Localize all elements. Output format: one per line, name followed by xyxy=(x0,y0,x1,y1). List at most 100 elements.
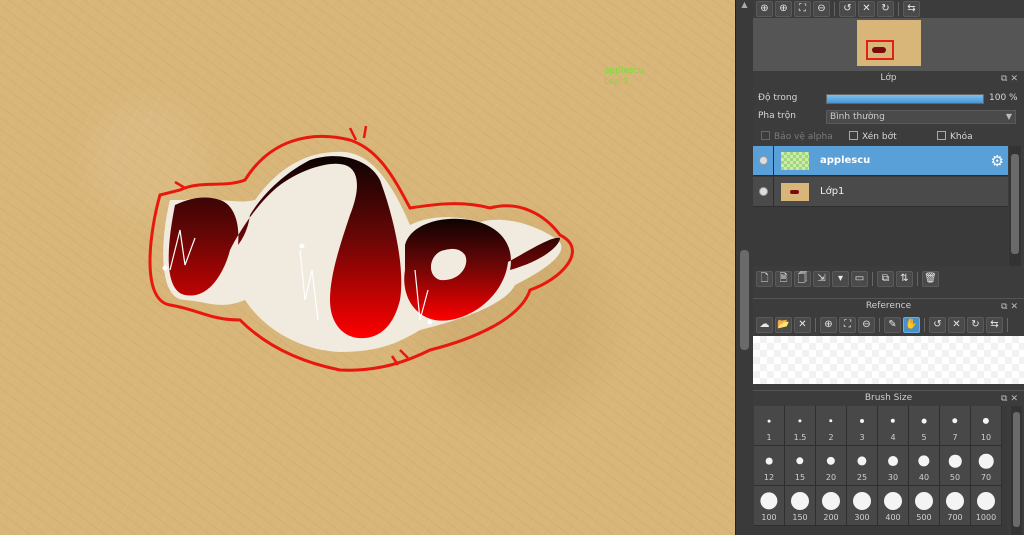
opacity-slider[interactable] xyxy=(826,94,984,104)
brush-size-option[interactable]: 50 xyxy=(940,446,971,486)
zoom-out-icon[interactable]: ⊖ xyxy=(858,317,875,333)
toolbar-separator xyxy=(898,2,899,16)
blend-mode-select[interactable]: Bình thường ▼ xyxy=(826,110,1016,124)
brush-size-option[interactable]: 5 xyxy=(909,406,940,446)
rotate-left-icon[interactable]: ↺ xyxy=(839,1,856,17)
scroll-up-icon[interactable]: ▲ xyxy=(738,0,751,12)
folder-icon[interactable]: ▭ xyxy=(851,271,868,287)
brush-size-option[interactable]: 40 xyxy=(909,446,940,486)
visibility-eye-icon[interactable] xyxy=(759,156,768,165)
brush-size-option[interactable]: 4 xyxy=(878,406,909,446)
layer-item-lop1[interactable]: Lớp1 xyxy=(753,177,1008,207)
close-icon[interactable]: ✕ xyxy=(1010,394,1021,404)
brush-size-option[interactable]: 70 xyxy=(971,446,1002,486)
new-layer-icon[interactable]: 🗋 xyxy=(756,271,773,287)
rotate-right-icon[interactable]: ↻ xyxy=(967,317,984,333)
reset-icon[interactable]: ✕ xyxy=(948,317,965,333)
gear-icon[interactable]: ⚙ xyxy=(991,152,1004,170)
navigator-thumbnail[interactable] xyxy=(857,20,921,66)
layer-item-applescu[interactable]: applescu ⚙ xyxy=(753,146,1008,176)
zoom-in-icon[interactable]: ⊕ xyxy=(756,1,773,17)
brush-size-label: 12 xyxy=(763,473,775,482)
dropdown-icon[interactable]: ▾ xyxy=(832,271,849,287)
import-icon[interactable]: ⇲ xyxy=(813,271,830,287)
close-icon[interactable]: ✕ xyxy=(1010,302,1021,312)
brush-size-scrollbar[interactable] xyxy=(1011,406,1022,535)
canvas-vertical-scrollbar[interactable]: ▲ xyxy=(735,0,753,535)
layer-list-scrollbar[interactable] xyxy=(1009,146,1021,266)
side-panel: ⊕ ⊕ ⛶ ⊖ ↺ ✕ ↻ ⇆ Lớp ⧉✕ Độ trong 100 % Pha trộn … xyxy=(753,0,1024,535)
brush-size-option[interactable]: 500 xyxy=(909,486,940,526)
eyedropper-icon[interactable]: ✎ xyxy=(884,317,901,333)
navigator-preview[interactable] xyxy=(753,18,1024,70)
brush-size-label: 400 xyxy=(885,513,901,522)
brush-size-option[interactable]: 100 xyxy=(754,486,785,526)
scroll-thumb[interactable] xyxy=(740,250,749,350)
fit-icon[interactable]: ⛶ xyxy=(839,317,856,333)
brush-size-option[interactable]: 300 xyxy=(847,486,878,526)
brush-size-option[interactable]: 1.5 xyxy=(785,406,816,446)
brush-size-label: 4 xyxy=(890,433,896,442)
open-folder-icon[interactable]: 📂 xyxy=(775,317,792,333)
lock-checkbox[interactable]: Khóa xyxy=(937,131,973,142)
brush-size-option[interactable]: 200 xyxy=(816,486,847,526)
brush-size-option[interactable]: 12 xyxy=(754,446,785,486)
brush-preview-dot xyxy=(888,456,898,466)
panel-header-icons[interactable]: ⧉✕ xyxy=(1001,72,1021,87)
brush-preview-dot xyxy=(796,457,804,465)
hand-icon[interactable]: ✋ xyxy=(903,317,920,333)
drawing-canvas[interactable]: applescu Lớp 1 xyxy=(0,0,735,535)
panel-header-icons[interactable]: ⧉✕ xyxy=(1001,300,1021,315)
layer-options-row: Bảo vệ alpha Xén bớt Khóa xyxy=(753,128,1024,146)
visibility-eye-icon[interactable] xyxy=(759,187,768,196)
navigator-view-frame[interactable] xyxy=(866,40,894,60)
overlay-line-2: Lớp 1 xyxy=(604,77,629,87)
trash-icon[interactable]: 🗑 xyxy=(922,271,939,287)
brush-size-option[interactable]: 10 xyxy=(971,406,1002,446)
merge-icon[interactable]: ⇅ xyxy=(896,271,913,287)
brush-size-option[interactable]: 7 xyxy=(940,406,971,446)
close-icon[interactable]: ✕ xyxy=(794,317,811,333)
brush-size-option[interactable]: 15 xyxy=(785,446,816,486)
brush-size-label: 500 xyxy=(916,513,932,522)
brush-size-option[interactable]: 20 xyxy=(816,446,847,486)
flip-icon[interactable]: ⇆ xyxy=(986,317,1003,333)
brush-size-option[interactable]: 150 xyxy=(785,486,816,526)
highlight-dot xyxy=(162,265,168,271)
navigator-artwork xyxy=(872,47,886,53)
reference-canvas[interactable] xyxy=(753,336,1024,384)
brush-preview-dot xyxy=(952,418,958,424)
new-layer-1bit-icon[interactable]: 🗍 xyxy=(794,271,811,287)
upload-icon[interactable]: ☁ xyxy=(756,317,773,333)
new-layer-8bit-icon[interactable]: 🗎 xyxy=(775,271,792,287)
zoom-out-icon[interactable]: ⊖ xyxy=(813,1,830,17)
protect-alpha-checkbox[interactable]: Bảo vệ alpha xyxy=(761,131,833,142)
toolbar-separator xyxy=(872,272,873,286)
panel-header-icons[interactable]: ⧉✕ xyxy=(1001,392,1021,407)
brush-size-option[interactable]: 2 xyxy=(816,406,847,446)
brush-size-option[interactable]: 400 xyxy=(878,486,909,526)
close-icon[interactable]: ✕ xyxy=(1010,74,1021,84)
brush-size-option[interactable]: 3 xyxy=(847,406,878,446)
brush-size-option[interactable]: 25 xyxy=(847,446,878,486)
clipping-checkbox[interactable]: Xén bớt xyxy=(849,131,897,142)
opacity-row: Độ trong 100 % xyxy=(753,90,1024,108)
duplicate-icon[interactable]: ⧉ xyxy=(877,271,894,287)
brush-size-option[interactable]: 1 xyxy=(754,406,785,446)
reference-panel-header: Reference ⧉✕ xyxy=(753,298,1024,314)
reset-icon[interactable]: ✕ xyxy=(858,1,875,17)
scroll-thumb[interactable] xyxy=(1011,154,1019,254)
rotate-right-icon[interactable]: ↻ xyxy=(877,1,894,17)
zoom-in-icon[interactable]: ⊕ xyxy=(820,317,837,333)
brush-size-option[interactable]: 700 xyxy=(940,486,971,526)
zoom-icon[interactable]: ⊕ xyxy=(775,1,792,17)
fit-icon[interactable]: ⛶ xyxy=(794,1,811,17)
brush-size-option[interactable]: 30 xyxy=(878,446,909,486)
rotate-left-icon[interactable]: ↺ xyxy=(929,317,946,333)
scroll-thumb[interactable] xyxy=(1013,412,1020,527)
flip-icon[interactable]: ⇆ xyxy=(903,1,920,17)
brush-size-option[interactable]: 1000 xyxy=(971,486,1002,526)
layer-panel-header: Lớp ⧉✕ xyxy=(753,70,1024,86)
reference-panel-title: Reference xyxy=(865,301,912,311)
layer-panel-title: Lớp xyxy=(880,73,897,83)
